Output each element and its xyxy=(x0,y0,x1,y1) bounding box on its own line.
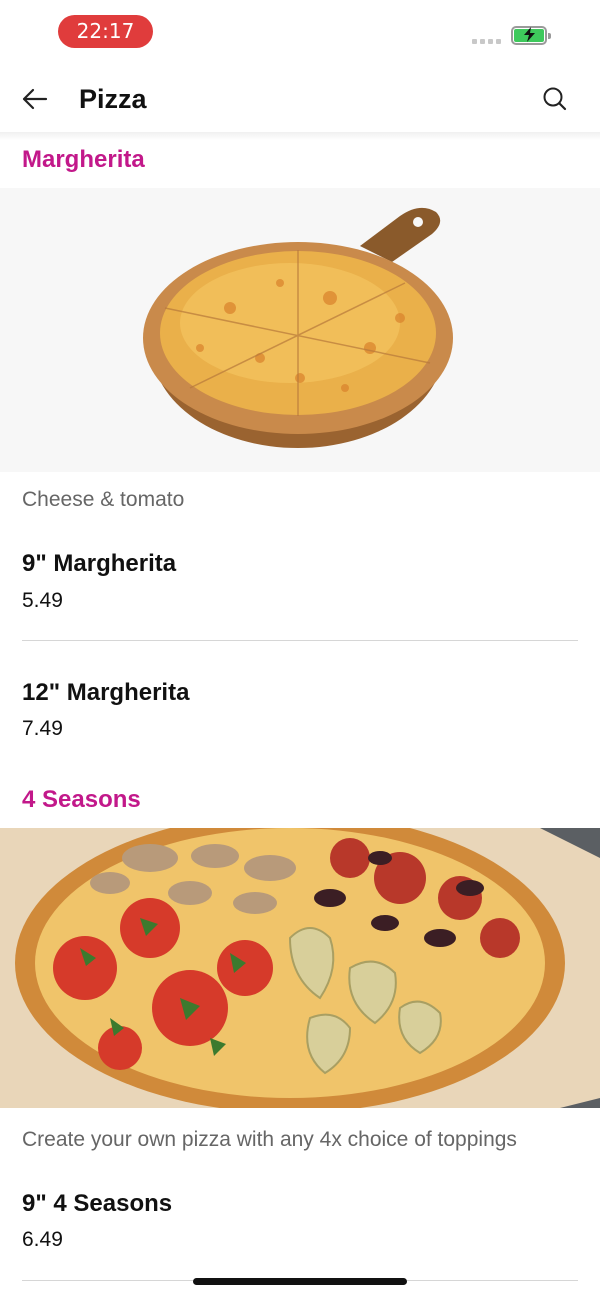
item-price: 5.49 xyxy=(22,589,63,612)
search-icon xyxy=(543,87,567,111)
signal-icon xyxy=(472,39,501,44)
item-name: 9" Margherita xyxy=(22,550,177,577)
section-description-4-seasons: Create your own pizza with any 4x choice… xyxy=(22,1128,517,1151)
status-bar: 22:17 xyxy=(0,0,600,64)
section-title-4-seasons: 4 Seasons xyxy=(22,786,141,813)
item-name: 9" 4 Seasons xyxy=(22,1190,173,1217)
margherita-image xyxy=(0,188,600,472)
search-button[interactable] xyxy=(538,82,572,116)
section-description-margherita: Cheese & tomato xyxy=(22,488,185,511)
item-price: 7.49 xyxy=(22,717,63,740)
header-shadow xyxy=(0,132,600,140)
section-title-margherita: Margherita xyxy=(22,146,145,173)
home-indicator[interactable] xyxy=(193,1278,407,1285)
status-time: 22:17 xyxy=(58,15,153,48)
back-button[interactable] xyxy=(18,82,52,116)
battery-charging-icon xyxy=(511,26,551,45)
back-arrow-icon xyxy=(22,88,48,110)
divider xyxy=(22,640,578,641)
item-price: 6.49 xyxy=(22,1228,63,1251)
app-header: Pizza xyxy=(0,64,600,132)
four-seasons-image xyxy=(0,828,600,1108)
page-title: Pizza xyxy=(79,84,147,114)
item-name: 12" Margherita xyxy=(22,679,190,706)
